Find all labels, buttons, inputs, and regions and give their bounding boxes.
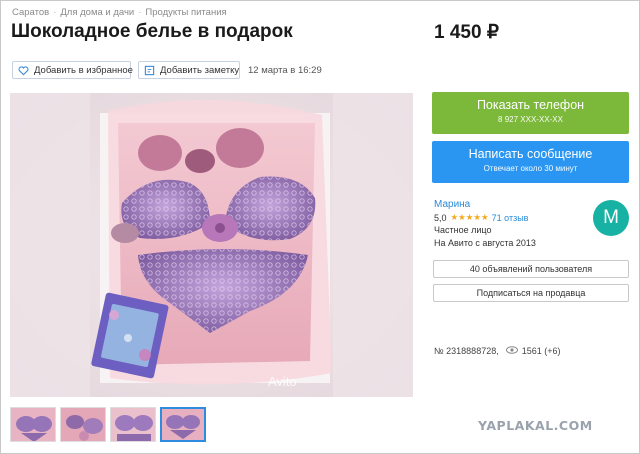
seller-name-link[interactable]: Марина: [434, 199, 470, 210]
write-message-label: Написать сообщение: [468, 147, 593, 161]
reviews-link[interactable]: 71 отзыв: [492, 213, 529, 223]
masked-phone: 8 927 XXX-XX-XX: [498, 115, 563, 124]
add-to-favorites-button[interactable]: Добавить в избранное: [12, 61, 133, 79]
photo-watermark: Avito: [268, 374, 297, 389]
note-label: Добавить заметку: [160, 64, 240, 76]
star-rating-icon: ★★★★★: [450, 212, 489, 222]
show-phone-button[interactable]: Показать телефон 8 927 XXX-XX-XX: [432, 92, 629, 134]
subscribe-seller-button[interactable]: Подписаться на продавца: [433, 284, 629, 302]
breadcrumb: Саратов · Для дома и дачи · Продукты питания: [12, 7, 227, 18]
write-message-button[interactable]: Написать сообщение Отвечает около 30 мин…: [432, 141, 629, 183]
site-watermark: YAPLAKAL.COM: [478, 418, 593, 433]
note-icon: [144, 65, 155, 76]
response-time: Отвечает около 30 минут: [483, 164, 578, 173]
main-photo[interactable]: Avito: [10, 93, 413, 397]
eye-icon: [505, 346, 518, 356]
favorites-label: Добавить в избранное: [34, 64, 133, 76]
show-phone-label: Показать телефон: [476, 98, 585, 112]
heart-icon: [18, 65, 29, 76]
publish-date: 12 марта в 16:29: [248, 65, 322, 76]
seller-type: Частное лицо: [434, 225, 492, 235]
ad-price: 1 450 ₽: [434, 22, 499, 43]
thumbnail-1[interactable]: [10, 407, 56, 442]
ad-title: Шоколадное белье в подарок: [11, 21, 293, 42]
rating-value: 5,0: [434, 212, 447, 223]
thumbnail-3[interactable]: [110, 407, 156, 442]
user-ads-button[interactable]: 40 объявлений пользователя: [433, 260, 629, 278]
add-note-button[interactable]: Добавить заметку: [138, 61, 240, 79]
breadcrumb-separator: ·: [53, 7, 57, 18]
breadcrumb-item-category[interactable]: Для дома и дачи: [60, 7, 134, 18]
breadcrumb-separator: ·: [138, 7, 142, 18]
thumbnail-4-active[interactable]: [160, 407, 206, 442]
lingerie-photo-image: Avito: [10, 93, 413, 397]
ad-meta: № 2318888728, 1561 (+6): [434, 346, 561, 356]
breadcrumb-item-subcategory[interactable]: Продукты питания: [145, 7, 226, 18]
breadcrumb-item-city[interactable]: Саратов: [12, 7, 49, 18]
thumbnail-2[interactable]: [60, 407, 106, 442]
seller-since: На Авито с августа 2013: [434, 238, 536, 248]
view-count: 1561 (+6): [521, 346, 561, 356]
avatar[interactable]: М: [593, 200, 629, 236]
seller-rating: 5,0 ★★★★★ 71 отзыв: [434, 212, 528, 223]
ad-number: № 2318888728,: [434, 346, 499, 356]
thumbnail-strip: [10, 407, 206, 442]
